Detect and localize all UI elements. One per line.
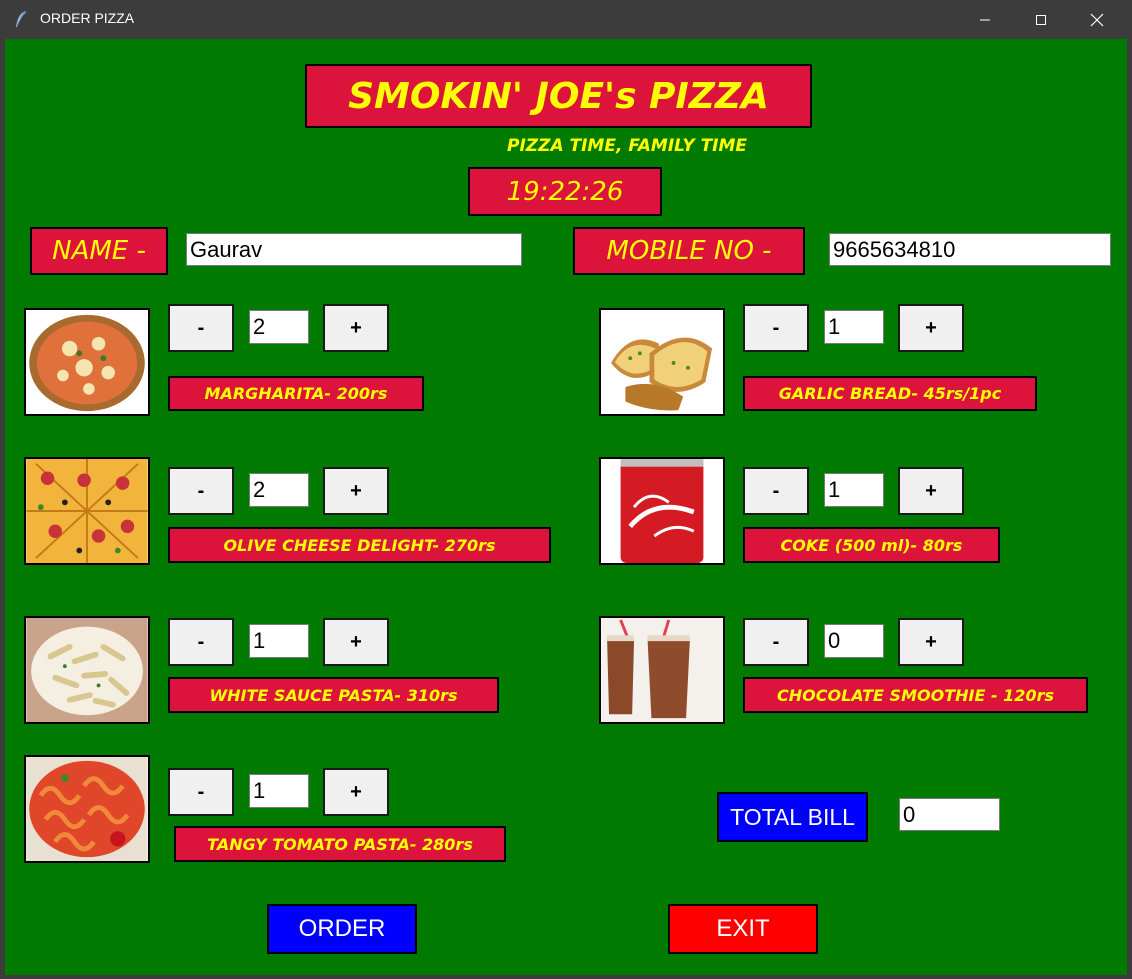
garlic-bread-label: GARLIC BREAD- 45rs/1pc xyxy=(743,376,1037,411)
tomato-pasta-plus-button[interactable]: + xyxy=(323,768,389,816)
coke-qty-input[interactable]: 1 xyxy=(824,473,884,507)
chocolate-smoothie-plus-button[interactable]: + xyxy=(898,618,964,666)
margherita-plus-button[interactable]: + xyxy=(323,304,389,352)
chocolate-smoothie-qty-input[interactable]: 0 xyxy=(824,624,884,658)
olive-cheese-label: OLIVE CHEESE DELIGHT- 270rs xyxy=(168,527,551,563)
tomato-pasta-label: TANGY TOMATO PASTA- 280rs xyxy=(174,826,506,862)
maximize-button[interactable] xyxy=(1013,0,1069,39)
chocolate-smoothie-icon xyxy=(601,618,723,722)
brand-title: SMOKIN' JOE's PIZZA xyxy=(305,64,812,128)
main-panel: SMOKIN' JOE's PIZZA PIZZA TIME, FAMILY T… xyxy=(5,39,1127,975)
chocolate-smoothie-label: CHOCOLATE SMOOTHIE - 120rs xyxy=(743,677,1088,713)
tomato-pasta-qty-input[interactable]: 1 xyxy=(249,774,309,808)
garlic-bread-minus-button[interactable]: - xyxy=(743,304,809,352)
margherita-pizza-icon xyxy=(26,310,148,414)
minimize-icon xyxy=(980,19,990,20)
olive-cheese-pizza-image xyxy=(24,457,150,565)
margherita-pizza-image xyxy=(24,308,150,416)
margherita-label: MARGHARITA- 200rs xyxy=(168,376,424,411)
garlic-bread-icon xyxy=(601,310,723,414)
close-button[interactable] xyxy=(1069,0,1125,39)
window-title: ORDER PIZZA xyxy=(40,10,135,26)
app-window: ORDER PIZZA SMOKIN' JOE's PIZZA PIZZA TI… xyxy=(0,0,1132,979)
white-sauce-pasta-plus-button[interactable]: + xyxy=(323,618,389,666)
total-bill-label: TOTAL BILL xyxy=(717,792,868,842)
order-button[interactable]: ORDER xyxy=(267,904,417,954)
mobile-input[interactable]: 9665634810 xyxy=(829,233,1111,266)
coke-plus-button[interactable]: + xyxy=(898,467,964,515)
olive-cheese-pizza-icon xyxy=(26,459,148,563)
tomato-pasta-icon xyxy=(26,757,148,861)
tagline: PIZZA TIME, FAMILY TIME xyxy=(507,136,748,156)
close-icon xyxy=(1090,13,1104,26)
coke-can-image xyxy=(599,457,725,565)
white-sauce-pasta-label: WHITE SAUCE PASTA- 310rs xyxy=(168,677,499,713)
white-sauce-pasta-icon xyxy=(26,618,148,722)
name-input[interactable]: Gaurav xyxy=(186,233,522,266)
coke-minus-button[interactable]: - xyxy=(743,467,809,515)
tomato-pasta-minus-button[interactable]: - xyxy=(168,768,234,816)
name-label: NAME - xyxy=(30,227,168,275)
feather-icon xyxy=(16,10,26,27)
margherita-minus-button[interactable]: - xyxy=(168,304,234,352)
olive-cheese-plus-button[interactable]: + xyxy=(323,467,389,515)
mobile-label: MOBILE NO - xyxy=(573,227,805,275)
maximize-icon xyxy=(1036,14,1046,25)
coke-can-icon xyxy=(601,459,723,563)
exit-button[interactable]: EXIT xyxy=(668,904,818,954)
coke-label: COKE (500 ml)- 80rs xyxy=(743,527,1000,563)
white-sauce-pasta-image xyxy=(24,616,150,724)
minimize-button[interactable] xyxy=(957,0,1013,39)
chocolate-smoothie-minus-button[interactable]: - xyxy=(743,618,809,666)
title-bar[interactable]: ORDER PIZZA xyxy=(0,0,1132,39)
tomato-pasta-image xyxy=(24,755,150,863)
garlic-bread-image xyxy=(599,308,725,416)
olive-cheese-minus-button[interactable]: - xyxy=(168,467,234,515)
white-sauce-pasta-minus-button[interactable]: - xyxy=(168,618,234,666)
clock-display: 19:22:26 xyxy=(468,167,662,216)
garlic-bread-plus-button[interactable]: + xyxy=(898,304,964,352)
garlic-bread-qty-input[interactable]: 1 xyxy=(824,310,884,344)
total-bill-input[interactable]: 0 xyxy=(899,798,1000,831)
olive-cheese-qty-input[interactable]: 2 xyxy=(249,473,309,507)
margherita-qty-input[interactable]: 2 xyxy=(249,310,309,344)
chocolate-smoothie-image xyxy=(599,616,725,724)
white-sauce-pasta-qty-input[interactable]: 1 xyxy=(249,624,309,658)
